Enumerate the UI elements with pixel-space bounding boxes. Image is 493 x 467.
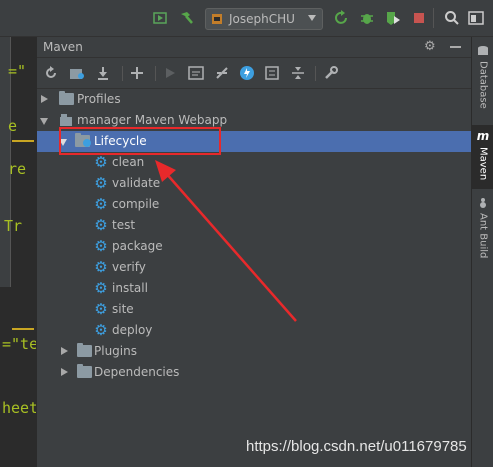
- stop-icon[interactable]: [410, 9, 428, 27]
- tree-item-goal[interactable]: ⚙ site: [37, 299, 472, 320]
- tree-item-label: validate: [112, 176, 161, 190]
- tab-database[interactable]: Database: [472, 45, 493, 125]
- tree-item-label: compile: [112, 197, 160, 211]
- build-hammer-icon[interactable]: [177, 9, 195, 27]
- debug-bug-icon[interactable]: [358, 9, 376, 27]
- folder-icon: [77, 343, 92, 357]
- run-configuration-dropdown[interactable]: JosephCHU: [205, 8, 323, 30]
- goal-gear-icon: ⚙: [94, 174, 108, 192]
- highlight-mark: [12, 328, 34, 330]
- code-line: =": [8, 62, 27, 80]
- tree-item-plugins[interactable]: Plugins: [37, 341, 472, 362]
- chevron-right-icon[interactable]: [41, 95, 48, 103]
- tree-item-label: Dependencies: [94, 365, 180, 379]
- tree-item-label: verify: [112, 260, 146, 274]
- search-icon[interactable]: [443, 9, 461, 27]
- reimport-icon[interactable]: [43, 65, 59, 81]
- tree-item-label: site: [112, 302, 134, 316]
- goal-gear-icon: ⚙: [94, 195, 108, 213]
- maven-tool-window: Maven ⚙ Profiles manager Maven Webapp Li…: [36, 37, 472, 467]
- toolbar-separator: [315, 66, 316, 81]
- minimize-icon[interactable]: [450, 46, 461, 48]
- add-icon[interactable]: [129, 65, 145, 81]
- maven-panel-header: Maven ⚙: [37, 37, 471, 58]
- goal-gear-icon: ⚙: [94, 279, 108, 297]
- tree-item-goal[interactable]: ⚙ clean: [37, 152, 472, 173]
- tree-item-label: Profiles: [77, 92, 121, 106]
- tree-item-dependencies[interactable]: Dependencies: [37, 362, 472, 383]
- goal-gear-icon: ⚙: [94, 321, 108, 339]
- toolbar-separator: [155, 66, 156, 81]
- tab-label: Maven: [477, 147, 489, 181]
- tab-maven[interactable]: m Maven: [472, 125, 493, 189]
- tree-item-goal[interactable]: ⚙ compile: [37, 194, 472, 215]
- tab-ant-build[interactable]: Ant Build: [472, 197, 493, 277]
- chevron-right-icon[interactable]: [61, 347, 68, 355]
- folder-icon: [77, 364, 92, 378]
- run-config-icon[interactable]: [151, 9, 169, 27]
- folder-icon: [59, 91, 74, 105]
- tree-item-label: deploy: [112, 323, 153, 337]
- code-editor-fragment: =" e re Tr ="te heet": [0, 37, 36, 467]
- goal-gear-icon: ⚙: [94, 300, 108, 318]
- chevron-down-icon[interactable]: [40, 118, 48, 125]
- goal-gear-icon: ⚙: [94, 216, 108, 234]
- run-coverage-icon[interactable]: [384, 9, 402, 27]
- code-line: heet": [2, 399, 36, 417]
- highlight-mark: [12, 140, 34, 142]
- configuration-icon: [212, 14, 222, 24]
- code-line: ="te: [2, 335, 36, 353]
- watermark-text: https://blog.csdn.net/u011679785: [246, 438, 467, 455]
- tree-item-label: test: [112, 218, 136, 232]
- execute-goal-icon[interactable]: [188, 65, 204, 81]
- goal-gear-icon: ⚙: [94, 258, 108, 276]
- run-icon: [162, 65, 178, 81]
- gear-icon[interactable]: ⚙: [424, 39, 436, 54]
- tree-item-label: package: [112, 239, 163, 253]
- run-configuration-label: JosephCHU: [229, 12, 295, 26]
- tree-item-label: install: [112, 281, 148, 295]
- settings-wrench-icon[interactable]: [323, 65, 339, 81]
- right-tool-strip: Database m Maven Ant Build: [471, 37, 493, 467]
- tree-item-goal[interactable]: ⚙ validate: [37, 173, 472, 194]
- tree-item-label: Plugins: [94, 344, 137, 358]
- tree-item-goal[interactable]: ⚙ install: [37, 278, 472, 299]
- toolbar-separator: [122, 66, 123, 81]
- ant-icon: [480, 198, 486, 208]
- show-dependencies-icon[interactable]: [264, 65, 280, 81]
- maven-toolbar: [37, 58, 472, 89]
- collapse-icon[interactable]: [290, 65, 306, 81]
- skip-tests-icon[interactable]: [239, 65, 255, 81]
- code-line: re: [8, 160, 27, 178]
- annotation-highlight-box: [59, 127, 221, 155]
- tree-item-label: clean: [112, 155, 145, 169]
- tab-label: Database: [477, 61, 489, 109]
- chevron-right-icon[interactable]: [61, 368, 68, 376]
- tree-item-goal[interactable]: ⚙ package: [37, 236, 472, 257]
- toolbar-separator: [433, 8, 434, 28]
- tree-item-goal[interactable]: ⚙ deploy: [37, 320, 472, 341]
- tree-item-profiles[interactable]: Profiles: [37, 89, 472, 110]
- goal-gear-icon: ⚙: [94, 153, 108, 171]
- tree-item-goal[interactable]: ⚙ test: [37, 215, 472, 236]
- main-toolbar: JosephCHU: [0, 0, 493, 37]
- maven-m-icon: m: [476, 129, 490, 143]
- database-icon: [478, 46, 488, 55]
- toggle-offline-icon[interactable]: [214, 65, 230, 81]
- code-line: Tr: [4, 217, 23, 235]
- download-icon[interactable]: [95, 65, 111, 81]
- code-line: e: [8, 117, 18, 135]
- generate-sources-icon[interactable]: [69, 65, 85, 81]
- goal-gear-icon: ⚙: [94, 237, 108, 255]
- rerun-icon[interactable]: [333, 9, 351, 27]
- tab-label: Ant Build: [477, 213, 489, 259]
- ide-window-icon[interactable]: [467, 9, 485, 27]
- tree-item-goal[interactable]: ⚙ verify: [37, 257, 472, 278]
- maven-panel-title: Maven: [43, 40, 83, 54]
- tree-item-label: manager Maven Webapp: [77, 113, 228, 127]
- chevron-down-icon: [308, 15, 316, 21]
